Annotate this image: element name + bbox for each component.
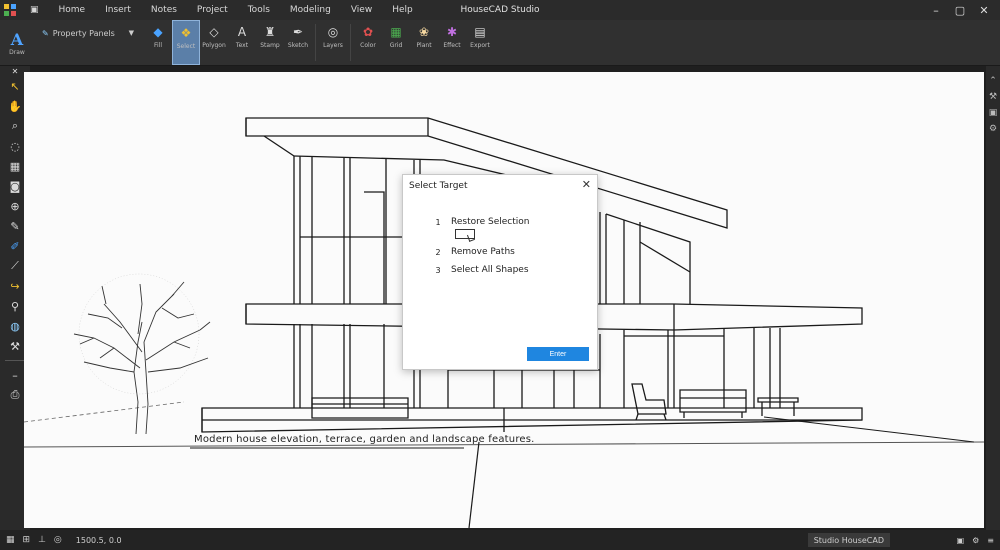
menu-insert[interactable]: Insert	[95, 0, 141, 20]
tool-stamp[interactable]: ♜ Stamp	[256, 20, 284, 65]
app-logo-icon[interactable]	[0, 0, 20, 20]
dialog-option-select-all[interactable]: 3 Select All Shapes	[433, 265, 529, 275]
pen-icon: ✒	[292, 24, 304, 39]
status-right-controls: ▣ ⚙ ≡	[957, 530, 994, 550]
grid-icon: ▦	[390, 24, 402, 39]
drawing-caption: Modern house elevation, terrace, garden …	[194, 434, 535, 445]
option-label: Remove Paths	[451, 247, 515, 257]
tool-grid-label: Grid	[389, 42, 403, 49]
tool-effect[interactable]: ✱ Effect	[438, 20, 466, 65]
dialog-title: Select Target	[409, 181, 468, 191]
menu-icon[interactable]: ≡	[987, 536, 994, 545]
tool-layers-label: Layers	[323, 42, 343, 49]
tool-sketch[interactable]: ✒ Sketch	[284, 20, 312, 65]
workspace-icon[interactable]: ▣	[957, 536, 965, 545]
tool-fill-label: Fill	[153, 42, 162, 49]
dialog-option-remove[interactable]: 2 Remove Paths	[433, 247, 515, 257]
window-controls: – ▢ ✕	[924, 0, 996, 20]
option-label: Restore Selection	[451, 217, 530, 227]
menu-view[interactable]: View	[341, 0, 382, 20]
tool-effect-label: Effect	[443, 42, 461, 49]
ribbon-tool-group: ◆ Fill ❖ Select ◇ Polygon A Text ♜ Stamp ✒ Ske…	[144, 20, 494, 65]
tool-color-label: Color	[360, 42, 376, 49]
menu-notes[interactable]: Notes	[141, 0, 187, 20]
tool-grid[interactable]: ▦ Grid	[382, 20, 410, 65]
tree-drawing	[73, 273, 211, 435]
maximize-icon[interactable]: ▢	[948, 0, 972, 20]
select-icon: ❖	[180, 25, 192, 40]
ortho-icon[interactable]: ⊥	[38, 535, 46, 545]
selection-box-icon	[455, 229, 475, 239]
enter-button[interactable]: Enter	[527, 347, 589, 361]
settings-gear-icon[interactable]: ⚙	[972, 536, 979, 545]
view-icon[interactable]: ▣	[989, 108, 998, 118]
layers-icon: ◎	[327, 24, 339, 39]
menu-modeling[interactable]: Modeling	[280, 0, 341, 20]
tool-color[interactable]: ✿ Color	[354, 20, 382, 65]
chevron-down-icon: ▼	[128, 29, 134, 37]
grid-status-icon[interactable]: ▦	[6, 535, 15, 545]
status-bar: ▦ ⊞ ⊥ ◎ 1500.5, 0.0 Studio HouseCAD ▣ ⚙ …	[0, 530, 1000, 550]
draw-a-icon: A	[10, 29, 24, 49]
tool-export-label: Export	[470, 42, 490, 49]
tool-stamp-label: Stamp	[260, 42, 280, 49]
tool-plant-label: Plant	[416, 42, 432, 49]
snap-icon[interactable]: ⊞	[23, 535, 31, 545]
pin-icon[interactable]: ⌃	[989, 76, 997, 86]
option-number: 3	[435, 265, 441, 275]
diamond-icon: ◇	[209, 24, 219, 39]
tool-sketch-label: Sketch	[287, 42, 309, 49]
tool-select-label: Select	[176, 43, 196, 50]
menu-help[interactable]: Help	[382, 0, 423, 20]
product-name-badge: Studio HouseCAD	[807, 533, 890, 547]
tool-text-label: Text	[235, 42, 249, 49]
property-panels-label: Property Panels	[52, 28, 115, 38]
tool-plant[interactable]: ❀ Plant	[410, 20, 438, 65]
ribbon-toolbar: A Draw ✎ Property Panels ▼ ◆ Fill ❖ Select…	[0, 20, 1000, 66]
tool-fill[interactable]: ◆ Fill	[144, 20, 172, 65]
tool-polygon-label: Polygon	[202, 42, 226, 49]
right-toolbar: ⌃ ⚒ ▣ ⚙	[986, 66, 1000, 530]
select-target-dialog: Select Target ✕ 1 Restore Selection 2 Re…	[402, 174, 598, 370]
polar-icon[interactable]: ◎	[54, 535, 62, 545]
text-icon: A	[237, 24, 247, 39]
menu-project[interactable]: Project	[187, 0, 238, 20]
toolbar-separator	[5, 360, 25, 361]
settings-icon[interactable]: ⚙	[989, 124, 997, 134]
option-number: 1	[435, 217, 441, 227]
coordinate-readout: 1500.5, 0.0	[75, 535, 122, 545]
palette-icon: ✿	[362, 24, 374, 39]
flower-icon: ❀	[418, 24, 430, 39]
option-number: 2	[435, 247, 441, 257]
tool-export[interactable]: ▤ Export	[466, 20, 494, 65]
file-icon-button[interactable]: ▣	[20, 0, 49, 20]
option-label: Select All Shapes	[451, 265, 529, 275]
app-window: ▣ Home Insert Notes Project Tools Modeli…	[0, 0, 1000, 550]
paint-bucket-icon: ◆	[153, 24, 163, 39]
tool-select[interactable]: ❖ Select	[172, 20, 200, 65]
clipboard-icon: ▤	[474, 24, 486, 39]
draw-button[interactable]: A Draw	[0, 20, 34, 65]
star-icon: ✱	[446, 24, 458, 39]
status-icons: ▦ ⊞ ⊥ ◎	[0, 535, 62, 545]
menu-tools[interactable]: Tools	[238, 0, 280, 20]
dialog-close-icon[interactable]: ✕	[582, 178, 591, 191]
property-panels-dropdown[interactable]: ✎ Property Panels ▼	[38, 24, 138, 42]
tool-layers[interactable]: ◎ Layers	[319, 20, 347, 65]
menu-bar: ▣ Home Insert Notes Project Tools Modeli…	[0, 0, 1000, 20]
close-icon[interactable]: ✕	[972, 0, 996, 20]
minimize-icon[interactable]: –	[924, 0, 948, 20]
menu-home[interactable]: Home	[49, 0, 96, 20]
tool-text[interactable]: A Text	[228, 20, 256, 65]
palette-small-icon: ✎	[42, 28, 49, 38]
draw-label: Draw	[9, 48, 25, 56]
ribbon-separator	[350, 24, 351, 61]
wrench-right-icon[interactable]: ⚒	[989, 92, 997, 102]
dialog-option-restore[interactable]: 1 Restore Selection	[433, 217, 530, 227]
tool-polygon[interactable]: ◇ Polygon	[200, 20, 228, 65]
stamp-icon: ♜	[264, 24, 276, 39]
ribbon-separator	[315, 24, 316, 61]
